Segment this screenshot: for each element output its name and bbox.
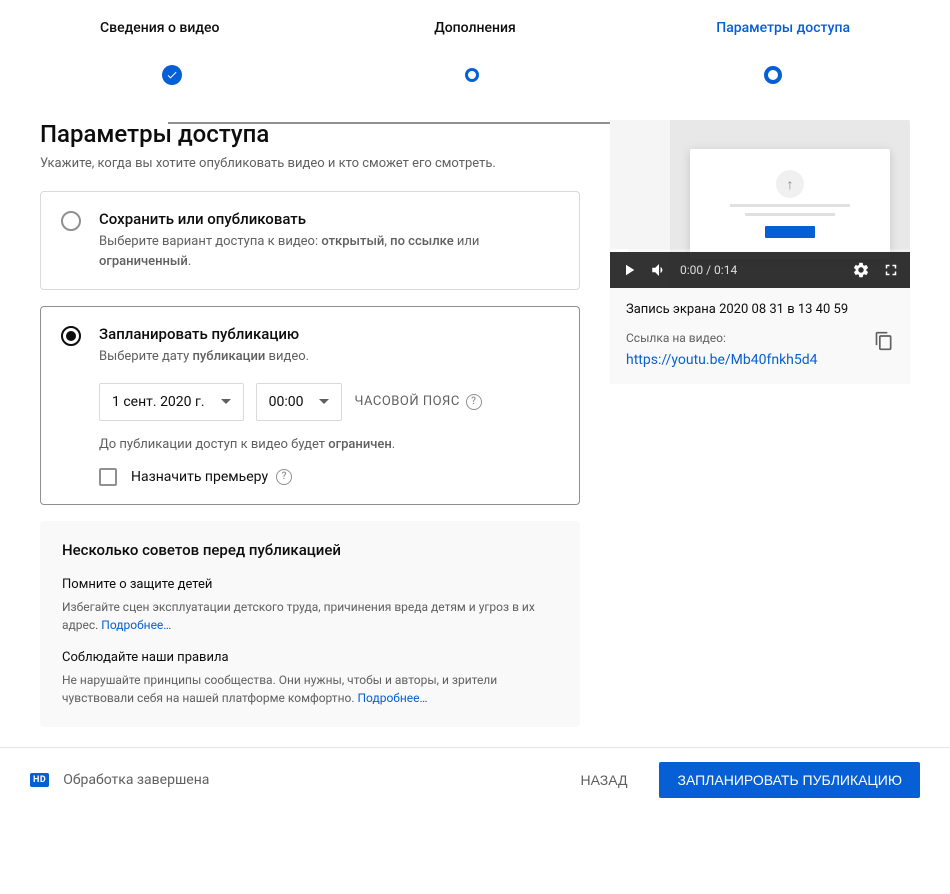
back-button[interactable]: НАЗАД [562, 762, 645, 798]
play-icon[interactable] [620, 261, 638, 279]
volume-icon[interactable] [650, 261, 668, 279]
upload-icon [776, 170, 804, 198]
step-elements[interactable]: Дополнения [288, 20, 663, 50]
fullscreen-icon[interactable] [882, 261, 900, 279]
tip-children-body: Избегайте сцен эксплуатации детского тру… [62, 598, 558, 634]
tip-rules-body: Не нарушайте принципы сообщества. Они ну… [62, 671, 558, 707]
time-dropdown[interactable]: 00:00 [256, 383, 343, 421]
page-subtitle: Укажите, когда вы хотите опубликовать ви… [40, 156, 580, 171]
step-mid-icon[interactable] [465, 68, 479, 82]
step-done-icon[interactable] [162, 65, 182, 85]
tip-rules-head: Соблюдайте наши правила [62, 650, 558, 665]
step-current-icon[interactable] [764, 66, 782, 84]
option-schedule[interactable]: Запланировать публикацию Выберите дату п… [40, 306, 580, 505]
stepper: Сведения о видео Дополнения Параметры до… [0, 0, 950, 60]
option-schedule-title: Запланировать публикацию [99, 325, 559, 343]
option-save-title: Сохранить или опубликовать [99, 210, 559, 228]
hd-badge: HD [30, 773, 49, 787]
date-dropdown[interactable]: 1 сент. 2020 г. [99, 383, 244, 421]
video-thumbnail[interactable]: 0:00 / 0:14 [610, 120, 910, 288]
schedule-note: До публикации доступ к видео будет огран… [99, 437, 559, 452]
page-title: Параметры доступа [40, 120, 580, 148]
tip-children-link[interactable]: Подробнее… [101, 618, 171, 632]
premiere-label: Назначить премьеру ? [131, 469, 292, 485]
chevron-down-icon [319, 399, 329, 404]
video-time: 0:00 / 0:14 [680, 263, 737, 277]
option-save-desc: Выберите вариант доступа к видео: открыт… [99, 232, 559, 271]
option-save-publish[interactable]: Сохранить или опубликовать Выберите вари… [40, 191, 580, 290]
tips-title: Несколько советов перед публикацией [62, 541, 558, 559]
tip-rules-link[interactable]: Подробнее… [357, 691, 427, 705]
processing-status: Обработка завершена [63, 772, 209, 788]
option-schedule-desc: Выберите дату публикации видео. [99, 347, 559, 367]
gear-icon[interactable] [852, 261, 870, 279]
timezone-link[interactable]: ЧАСОВОЙ ПОЯС ? [354, 394, 481, 410]
copy-icon[interactable] [874, 331, 894, 351]
preview-video-title: Запись экрана 2020 08 31 в 13 40 59 [626, 302, 894, 317]
video-preview: 0:00 / 0:14 Запись экрана 2020 08 31 в 1… [610, 120, 910, 384]
help-icon[interactable]: ? [276, 469, 292, 485]
help-icon[interactable]: ? [466, 394, 482, 410]
step-info[interactable]: Сведения о видео [100, 20, 288, 50]
schedule-button[interactable]: ЗАПЛАНИРОВАТЬ ПУБЛИКАЦИЮ [659, 762, 920, 798]
chevron-down-icon [221, 399, 231, 404]
premiere-checkbox[interactable] [99, 468, 117, 486]
preview-link[interactable]: https://youtu.be/Mb40fnkh5d4 [626, 352, 818, 368]
radio-schedule[interactable] [61, 326, 81, 346]
radio-save-publish[interactable] [61, 211, 81, 231]
step-visibility[interactable]: Параметры доступа [663, 20, 851, 50]
tip-children-head: Помните о защите детей [62, 577, 558, 592]
footer: HD Обработка завершена НАЗАД ЗАПЛАНИРОВА… [0, 747, 950, 812]
tips-card: Несколько советов перед публикацией Помн… [40, 521, 580, 727]
preview-link-label: Ссылка на видео: [626, 331, 866, 345]
